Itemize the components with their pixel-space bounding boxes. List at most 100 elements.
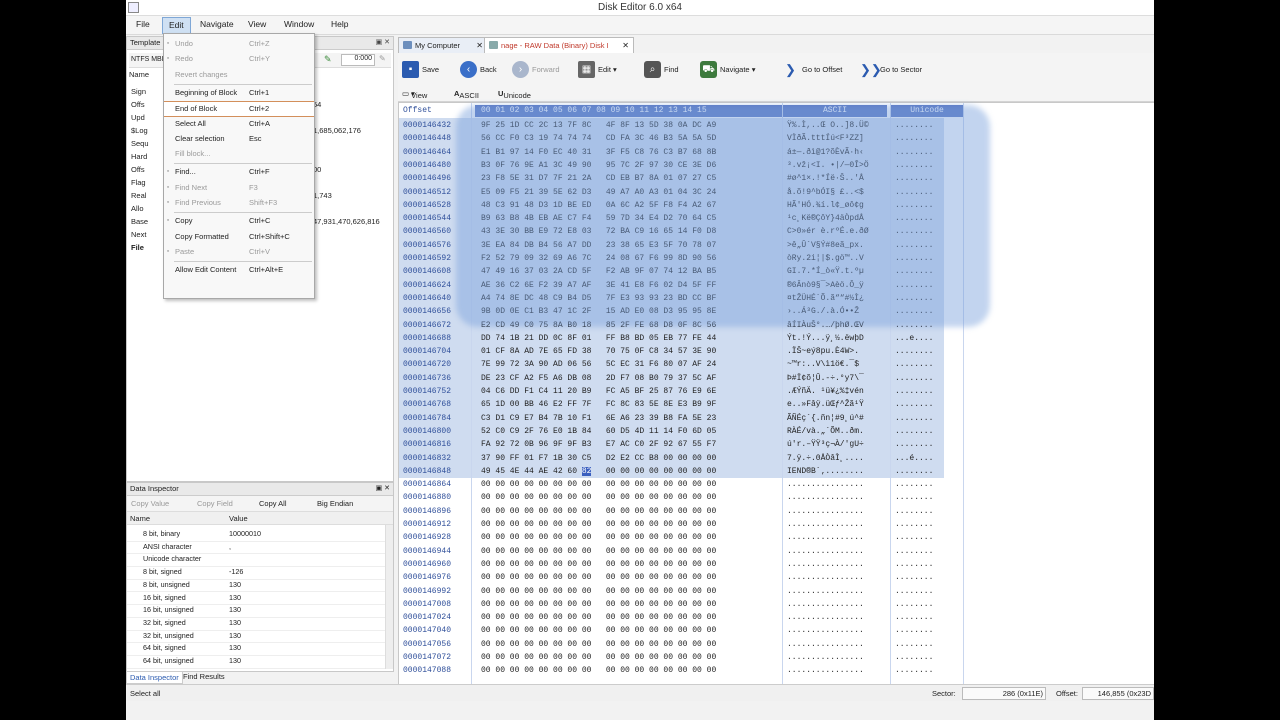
cursor-byte[interactable]: 82 [581, 466, 592, 476]
template-row[interactable]: Allo [131, 204, 144, 213]
menu-item-fill-block[interactable]: Fill block... [164, 147, 314, 161]
template-row[interactable]: Sequ [131, 139, 149, 148]
menu-item-clear-selection[interactable]: Clear selection Esc [164, 132, 314, 146]
find-button[interactable]: ⌕ Find [644, 61, 679, 79]
menu-item-select-all[interactable]: Select All Ctrl+A [164, 117, 314, 131]
hex-row[interactable]: 0000146816 FA 92 72 0B 96 9F 9F B3 E7 AC … [399, 438, 1154, 451]
hex-row[interactable]: 0000146752 04 C6 DD F1 C4 11 20 B9 FC A5 … [399, 385, 1154, 398]
template-row[interactable]: File [131, 243, 144, 252]
panel-pin-close-icon[interactable]: ▣ ✕ [376, 37, 390, 49]
template-row[interactable]: Hard [131, 152, 147, 161]
hex-row[interactable]: 0000147056 00 00 00 00 00 00 00 00 00 00 … [399, 638, 1154, 651]
hex-row[interactable]: 0000146736 DE 23 CF A2 F5 A6 DB 08 2D F7 … [399, 372, 1154, 385]
inspector-row[interactable]: 32 bit, signed 130 [127, 617, 385, 631]
hex-row[interactable]: 0000146688 DD 74 1B 21 DD 0C 8F 01 FF B8 … [399, 332, 1154, 345]
inspector-row[interactable]: 64 bit, signed 130 [127, 642, 385, 656]
hex-row[interactable]: 0000147024 00 00 00 00 00 00 00 00 00 00 … [399, 611, 1154, 624]
menu-navigate[interactable]: Navigate [194, 17, 240, 32]
hex-row[interactable]: 0000146800 52 C0 C9 2F 76 E0 1B 84 60 D5 … [399, 425, 1154, 438]
inspector-row[interactable]: 16 bit, signed 130 [127, 592, 385, 606]
navigate-button[interactable]: ⛟ Navigate ▾ [700, 61, 755, 79]
hex-row[interactable]: 0000146784 C3 D1 C9 E7 B4 7B 10 F1 6E A6 … [399, 412, 1154, 425]
template-row[interactable]: Upd [131, 113, 145, 122]
inspector-row[interactable]: 8 bit, signed -126 [127, 566, 385, 580]
tab-find-results[interactable]: Find Results [180, 671, 228, 682]
save-button[interactable]: ▪ Save [402, 61, 439, 79]
hex-row[interactable]: 0000146720 7E 99 72 3A 90 AD 06 56 5C EC … [399, 358, 1154, 371]
view-dropdown[interactable]: ▭ View ▾ [402, 89, 427, 100]
pin-icon[interactable]: ✎ [324, 54, 332, 65]
template-row[interactable]: Flag [131, 178, 146, 187]
menu-item-allow-edit-content[interactable]: Allow Edit Content Ctrl+Alt+E [164, 263, 314, 277]
hex-row[interactable]: 0000146880 00 00 00 00 00 00 00 00 00 00 … [399, 491, 1154, 504]
menu-item-find-next[interactable]: ▫ Find Next F3 [164, 181, 314, 195]
menu-item-find[interactable]: ▫ Find... Ctrl+F [164, 165, 314, 179]
hex-row[interactable]: 0000146848 49 45 4E 44 AE 42 60 82 00 00 … [399, 465, 1154, 478]
copy-field-button[interactable]: Copy Field [197, 499, 233, 508]
menu-item-paste[interactable]: ▫ Paste Ctrl+V [164, 245, 314, 259]
menu-view[interactable]: View [242, 17, 272, 32]
inspector-row[interactable]: 64 bit, unsigned 130 [127, 655, 385, 669]
hex-row[interactable]: 0000146768 65 1D 00 BB 46 E2 FF 7F FC 8C … [399, 398, 1154, 411]
hex-row[interactable]: 0000146960 00 00 00 00 00 00 00 00 00 00 … [399, 558, 1154, 571]
menu-item-copy-formatted[interactable]: Copy Formatted Ctrl+Shift+C [164, 230, 314, 244]
menu-item-beginning-of-block[interactable]: Beginning of Block Ctrl+1 [164, 86, 314, 100]
tab-data-inspector[interactable]: Data Inspector [126, 671, 183, 684]
goto-offset-button[interactable]: ❯ Go to Offset [782, 61, 842, 79]
hex-row[interactable]: 0000146992 00 00 00 00 00 00 00 00 00 00 … [399, 585, 1154, 598]
tab-raw-data[interactable]: nage - RAW Data (Binary) Disk I ✕ [484, 37, 634, 53]
template-row[interactable]: Offs [131, 165, 145, 174]
menu-item-redo[interactable]: ▫ Redo Ctrl+Y [164, 52, 314, 66]
big-endian-button[interactable]: Big Endian [317, 499, 353, 508]
hex-row[interactable]: 0000147088 00 00 00 00 00 00 00 00 00 00 … [399, 664, 1154, 677]
copy-all-button[interactable]: Copy All [259, 499, 287, 508]
hex-row[interactable]: 0000146928 00 00 00 00 00 00 00 00 00 00 … [399, 531, 1154, 544]
menu-item-revert-changes[interactable]: Revert changes [164, 68, 314, 82]
template-row[interactable]: $Log [131, 126, 148, 135]
template-selector[interactable]: NTFS MBR [131, 56, 167, 63]
hex-row[interactable]: 0000146704 01 CF 8A AD 7E 65 FD 38 70 75 … [399, 345, 1154, 358]
menu-edit[interactable]: Edit [162, 17, 191, 34]
menu-item-undo[interactable]: ▫ Undo Ctrl+Z [164, 37, 314, 51]
menu-item-copy[interactable]: ▫ Copy Ctrl+C [164, 214, 314, 228]
hex-row[interactable]: 0000146832 37 90 FF 01 F7 1B 30 C5 D2 E2 … [399, 452, 1154, 465]
forward-button[interactable]: › Forward [512, 61, 560, 79]
hex-row[interactable]: 0000146864 00 00 00 00 00 00 00 00 00 00 … [399, 478, 1154, 491]
hex-row[interactable]: 0000147008 00 00 00 00 00 00 00 00 00 00 … [399, 598, 1154, 611]
template-row[interactable]: Offs [131, 100, 145, 109]
unicode-toggle[interactable]: U Unicode [498, 89, 531, 100]
template-row[interactable]: Base [131, 217, 148, 226]
menu-help[interactable]: Help [325, 17, 354, 32]
goto-sector-button[interactable]: ❯❯ Go to Sector [860, 61, 922, 79]
tab-my-computer[interactable]: My Computer ✕ [398, 37, 488, 53]
hex-row[interactable]: 0000147072 00 00 00 00 00 00 00 00 00 00 … [399, 651, 1154, 664]
ascii-toggle[interactable]: A ASCII [454, 89, 479, 100]
template-offset-field[interactable]: 0:000 [341, 54, 375, 66]
hex-row[interactable]: 0000147040 00 00 00 00 00 00 00 00 00 00 … [399, 624, 1154, 637]
inspector-row[interactable]: 32 bit, unsigned 130 [127, 630, 385, 644]
inspector-row[interactable]: 16 bit, unsigned 130 [127, 604, 385, 618]
panel-pin-close-icon[interactable]: ▣ ✕ [376, 483, 390, 495]
menu-window[interactable]: Window [278, 17, 320, 32]
inspector-row[interactable]: 8 bit, unsigned 130 [127, 579, 385, 593]
inspector-row[interactable]: ANSI character, [127, 541, 385, 555]
data-inspector-scrollbar[interactable] [385, 525, 393, 669]
hex-row[interactable]: 0000146912 00 00 00 00 00 00 00 00 00 00 … [399, 518, 1154, 531]
hex-row[interactable]: 0000146976 00 00 00 00 00 00 00 00 00 00 … [399, 571, 1154, 584]
template-row[interactable]: Sign [131, 87, 146, 96]
copy-value-button[interactable]: Copy Value [131, 499, 169, 508]
close-icon[interactable]: ✕ [622, 38, 629, 53]
menu-item-find-previous[interactable]: ▫ Find Previous Shift+F3 [164, 196, 314, 210]
template-row[interactable]: Real [131, 191, 146, 200]
hex-row[interactable]: 0000146944 00 00 00 00 00 00 00 00 00 00 … [399, 545, 1154, 558]
inspector-row[interactable]: 8 bit, binary 10000010 [127, 528, 385, 542]
edit-button[interactable]: ▦ Edit ▾ [578, 61, 617, 79]
menu-file[interactable]: File [130, 17, 156, 32]
hex-row[interactable]: 0000146896 00 00 00 00 00 00 00 00 00 00 … [399, 505, 1154, 518]
inspector-row[interactable]: Unicode character [127, 553, 385, 568]
lock-icon[interactable]: ✎ [379, 54, 386, 63]
template-row[interactable]: Next [131, 230, 146, 239]
close-icon[interactable]: ✕ [476, 38, 483, 53]
menu-item-end-of-block[interactable]: End of Block Ctrl+2 [164, 101, 314, 118]
back-button[interactable]: ‹ Back [460, 61, 497, 79]
